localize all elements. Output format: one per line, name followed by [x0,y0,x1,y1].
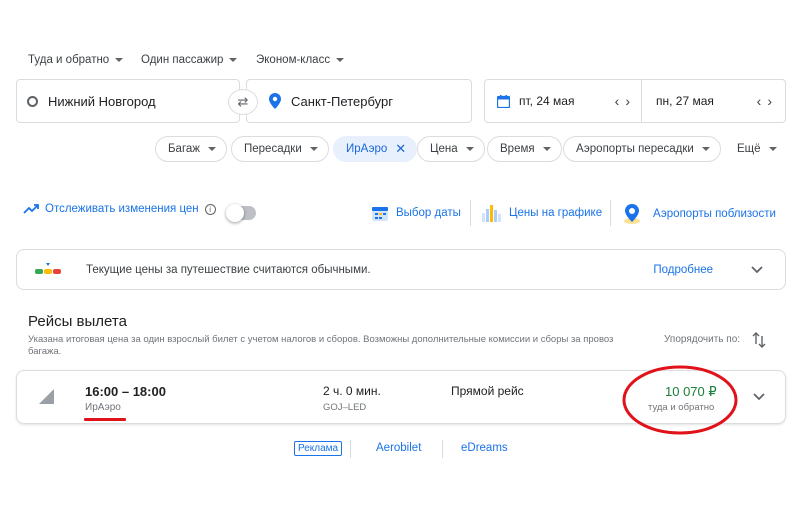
cabin-class-label: Эконом-класс [256,54,331,66]
trip-type-select[interactable]: Туда и обратно [28,54,124,66]
flight-airline: ИрАэро [85,402,121,413]
nearby-airports-label: Аэропорты поблизости [653,208,776,220]
caret-down-icon [336,58,345,62]
chevron-left-icon[interactable]: ‹ [754,93,765,109]
chevron-right-icon[interactable]: › [622,93,633,109]
track-prices-label: Отслеживать изменения цен [45,203,199,215]
filter-chip-airline[interactable]: ИрАэро ✕ [333,136,418,162]
filter-chip-label: ИрАэро [346,143,388,155]
track-prices-toggle-row[interactable]: Отслеживать изменения цен i [23,203,216,215]
airline-logo-icon [39,389,54,404]
info-icon[interactable]: i [204,203,216,215]
flight-stops: Прямой рейс [451,384,524,398]
caret-down-icon [207,147,216,151]
price-graph-label: Цены на графике [509,207,603,219]
filter-chip-label: Цена [430,143,458,155]
filter-chip-stops[interactable]: Пересадки [231,136,329,162]
nearby-airports-icon [624,204,640,224]
dates-field: пт, 24 мая ‹ › пн, 27 мая ‹ › [484,79,786,123]
filter-chip-time[interactable]: Время [487,136,562,162]
filter-chip-label: Аэропорты пересадки [576,143,694,155]
footer-link-edreams[interactable]: eDreams [461,442,508,454]
return-date-value: пн, 27 мая [656,94,714,108]
flight-duration: 2 ч. 0 мин. [323,384,381,398]
price-insight-text: Текущие цены за путешествие считаются об… [86,263,371,276]
passengers-label: Один пассажир [141,54,224,66]
return-date-input[interactable]: пн, 27 мая ‹ › [642,80,785,122]
filter-chip-label: Багаж [168,143,200,155]
sort-label: Упорядочить по: [664,334,741,345]
annotation-circle [622,365,738,435]
filter-chip-baggage[interactable]: Багаж [155,136,227,162]
trip-type-label: Туда и обратно [28,54,110,66]
track-prices-switch[interactable] [226,204,256,222]
sort-icon[interactable] [752,332,766,348]
price-level-icon [35,262,61,274]
divider [470,200,471,226]
footer-link-aerobilet[interactable]: Aerobilet [376,442,421,454]
ad-label: Реклама [294,441,343,456]
date-grid-button[interactable]: Выбор даты [370,203,461,223]
nearby-airports-button[interactable]: Аэропорты поблизости [621,203,776,225]
filter-chip-price[interactable]: Цена [417,136,485,162]
caret-down-icon [229,58,238,62]
chevron-down-icon[interactable] [753,393,765,401]
destination-value: Санкт-Петербург [291,93,393,109]
close-icon[interactable]: ✕ [395,141,406,157]
trending-up-icon [23,204,39,214]
filter-chip-label: Пересадки [244,143,302,155]
filter-chip-label: Ещё [737,143,761,155]
caret-down-icon [465,147,474,151]
results-subtitle: Указана итоговая цена за один взрослый б… [28,334,614,357]
origin-circle-icon [27,95,38,107]
flight-route: GOJ–LED [323,402,367,413]
ad-badge: Реклама [294,441,343,456]
caret-down-icon [701,147,710,151]
results-title: Рейсы вылета [28,313,127,330]
location-pin-icon [269,93,281,109]
flight-times: 16:00 – 18:00 [85,384,166,399]
filter-chip-label: Время [500,143,535,155]
date-grid-icon [372,207,388,221]
chevron-right-icon[interactable]: › [764,93,775,109]
origin-input[interactable]: Нижний Новгород [16,79,240,123]
caret-down-icon [768,147,777,151]
caret-down-icon [115,58,124,62]
divider [610,200,611,226]
price-insight-more-link[interactable]: Подробнее [653,264,713,276]
price-graph-icon [482,205,501,222]
annotation-underline [84,418,126,421]
divider [442,440,443,458]
swap-icon[interactable]: ⇄ [228,89,258,115]
filter-chip-more[interactable]: Ещё [726,136,788,162]
passengers-select[interactable]: Один пассажир [141,54,238,66]
date-grid-label: Выбор даты [396,207,461,219]
caret-down-icon [542,147,551,151]
destination-input[interactable]: Санкт-Петербург [246,79,472,123]
chevron-down-icon[interactable] [751,265,763,274]
chevron-left-icon[interactable]: ‹ [612,93,623,109]
price-graph-button[interactable]: Цены на графике [481,203,602,223]
divider [350,440,351,458]
depart-date-value: пт, 24 мая [519,94,575,108]
depart-date-input[interactable]: пт, 24 мая ‹ › [485,80,642,122]
filter-chip-connecting-airports[interactable]: Аэропорты пересадки [563,136,721,162]
cabin-class-select[interactable]: Эконом-класс [256,54,345,66]
price-insight-card[interactable]: Текущие цены за путешествие считаются об… [16,249,786,290]
origin-value: Нижний Новгород [48,93,156,109]
calendar-icon [497,94,510,108]
caret-down-icon [309,147,318,151]
